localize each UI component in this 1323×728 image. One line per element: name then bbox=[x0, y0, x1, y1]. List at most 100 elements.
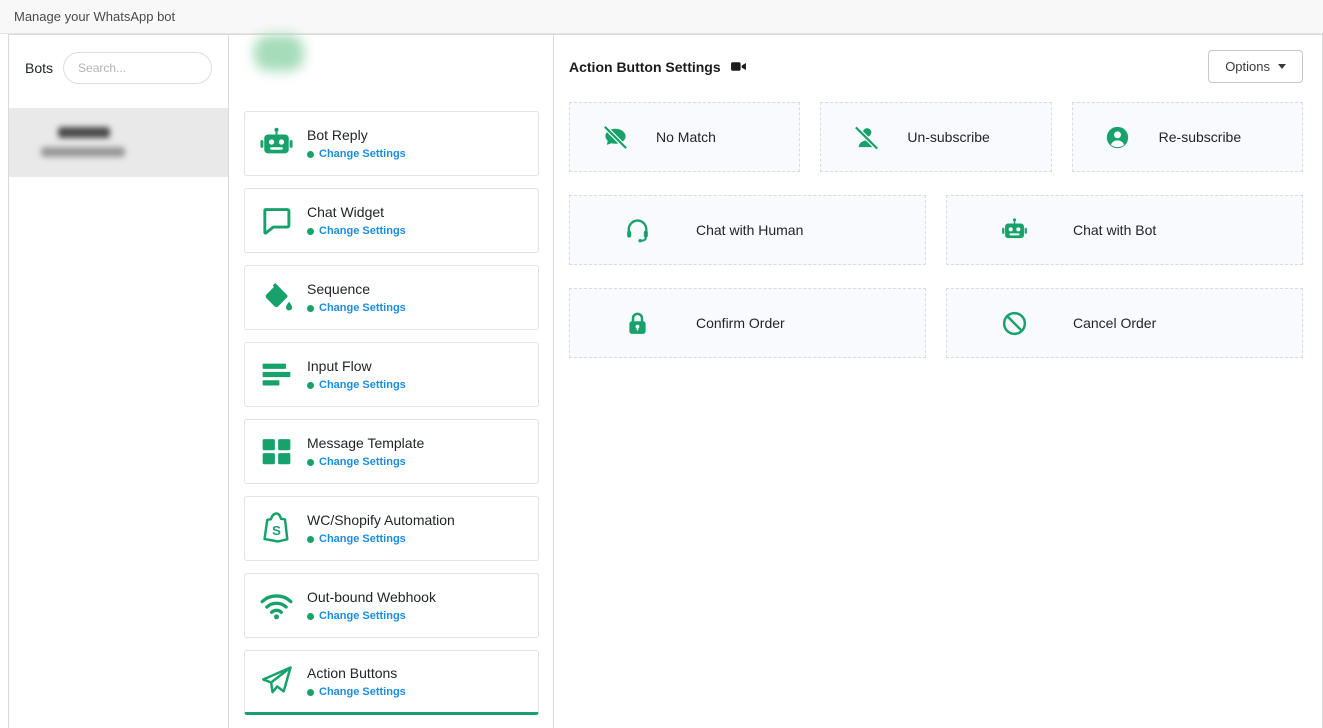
change-settings-link[interactable]: Change Settings bbox=[319, 456, 406, 468]
change-settings-row: Change Settings bbox=[307, 148, 406, 160]
menu-item[interactable]: Message Template Change Settings bbox=[244, 419, 539, 484]
panel-header: Action Button Settings Options bbox=[569, 50, 1303, 83]
action-button-card[interactable]: Chat with Human bbox=[569, 195, 926, 265]
status-dot bbox=[307, 228, 314, 235]
menu-item[interactable]: Sequence Change Settings bbox=[244, 265, 539, 330]
menu-item-text: Sequence Change Settings bbox=[307, 281, 406, 314]
action-button-card[interactable]: Confirm Order bbox=[569, 288, 926, 358]
redacted-bot-avatar bbox=[254, 35, 304, 71]
action-button-label: Chat with Human bbox=[696, 222, 803, 238]
status-dot bbox=[307, 536, 314, 543]
menu-item-text: Bot Reply Change Settings bbox=[307, 127, 406, 160]
redacted-bot-name bbox=[58, 127, 110, 138]
menu-item[interactable]: Action Buttons Change Settings bbox=[244, 650, 539, 715]
change-settings-row: Change Settings bbox=[307, 225, 406, 237]
menu-item[interactable]: Bot Reply Change Settings bbox=[244, 111, 539, 176]
change-settings-link[interactable]: Change Settings bbox=[319, 686, 406, 698]
menu-item-text: Chat Widget Change Settings bbox=[307, 204, 406, 237]
status-dot bbox=[307, 689, 314, 696]
bot-search-input[interactable] bbox=[63, 52, 212, 84]
action-button-label: Chat with Bot bbox=[1073, 222, 1156, 238]
options-button[interactable]: Options bbox=[1208, 50, 1303, 83]
menu-item-text: Out-bound Webhook Change Settings bbox=[307, 589, 436, 622]
options-button-label: Options bbox=[1225, 59, 1270, 74]
action-button-label: Re-subscribe bbox=[1159, 129, 1241, 145]
panel-title-wrap: Action Button Settings bbox=[569, 58, 747, 75]
status-dot bbox=[307, 613, 314, 620]
robot-icon bbox=[999, 215, 1029, 245]
menu-item-label: Message Template bbox=[307, 435, 424, 451]
change-settings-row: Change Settings bbox=[307, 302, 406, 314]
action-button-row: Confirm Order Cancel Order bbox=[569, 288, 1303, 358]
menu-item-text: WC/Shopify Automation Change Settings bbox=[307, 512, 455, 545]
caret-down-icon bbox=[1278, 64, 1286, 69]
user-circle-icon bbox=[1103, 122, 1133, 152]
change-settings-link[interactable]: Change Settings bbox=[319, 610, 406, 622]
bot-settings-menu: Bot Reply Change Settings Chat Widget Ch… bbox=[229, 35, 554, 728]
menu-item[interactable]: Chat Widget Change Settings bbox=[244, 188, 539, 253]
status-dot bbox=[307, 459, 314, 466]
action-rows: No Match Un-subscribe Re-subscribe Chat … bbox=[569, 102, 1303, 358]
change-settings-link[interactable]: Change Settings bbox=[319, 302, 406, 314]
action-button-label: No Match bbox=[656, 129, 716, 145]
change-settings-link[interactable]: Change Settings bbox=[319, 225, 406, 237]
menu-item-label: Out-bound Webhook bbox=[307, 589, 436, 605]
change-settings-row: Change Settings bbox=[307, 686, 406, 698]
action-button-row: No Match Un-subscribe Re-subscribe bbox=[569, 102, 1303, 172]
redacted-bot-number bbox=[41, 147, 125, 157]
change-settings-row: Change Settings bbox=[307, 456, 424, 468]
user-slash-icon bbox=[851, 122, 881, 152]
menu-item[interactable]: S WC/Shopify Automation Change Settings bbox=[244, 496, 539, 561]
bot-list-item-selected[interactable] bbox=[9, 108, 228, 177]
input-flow-icon bbox=[255, 354, 297, 396]
status-dot bbox=[307, 382, 314, 389]
change-settings-link[interactable]: Change Settings bbox=[319, 148, 406, 160]
menu-item-text: Action Buttons Change Settings bbox=[307, 665, 406, 698]
headset-icon bbox=[622, 215, 652, 245]
ban-icon bbox=[999, 308, 1029, 338]
wifi-icon bbox=[255, 585, 297, 627]
status-dot bbox=[307, 151, 314, 158]
shopify-icon: S bbox=[255, 508, 297, 550]
action-button-card[interactable]: Chat with Bot bbox=[946, 195, 1303, 265]
fill-drip-icon bbox=[255, 277, 297, 319]
video-camera-icon[interactable] bbox=[730, 58, 747, 75]
menu-item-label: Sequence bbox=[307, 281, 406, 297]
action-button-card[interactable]: Re-subscribe bbox=[1072, 102, 1303, 172]
chat-bubble-icon bbox=[255, 200, 297, 242]
grid-icon bbox=[255, 431, 297, 473]
bots-panel-title: Bots bbox=[25, 60, 53, 76]
action-button-card[interactable]: Cancel Order bbox=[946, 288, 1303, 358]
menu-list: Bot Reply Change Settings Chat Widget Ch… bbox=[244, 111, 539, 715]
menu-item-label: WC/Shopify Automation bbox=[307, 512, 455, 528]
change-settings-row: Change Settings bbox=[307, 610, 436, 622]
menu-item-text: Message Template Change Settings bbox=[307, 435, 424, 468]
change-settings-row: Change Settings bbox=[307, 379, 406, 391]
action-button-card[interactable]: Un-subscribe bbox=[820, 102, 1051, 172]
svg-text:S: S bbox=[272, 523, 281, 538]
menu-item-label: Chat Widget bbox=[307, 204, 406, 220]
page-title: Manage your WhatsApp bot bbox=[14, 9, 175, 24]
menu-item-label: Bot Reply bbox=[307, 127, 406, 143]
panel-title: Action Button Settings bbox=[569, 59, 721, 75]
menu-item[interactable]: Input Flow Change Settings bbox=[244, 342, 539, 407]
change-settings-row: Change Settings bbox=[307, 533, 455, 545]
robot-icon bbox=[255, 123, 297, 165]
bots-panel-header: Bots bbox=[9, 35, 228, 84]
menu-item-label: Input Flow bbox=[307, 358, 406, 374]
main-container: Bots Bot Reply Change Settings Chat Widg… bbox=[8, 34, 1323, 728]
menu-item[interactable]: Out-bound Webhook Change Settings bbox=[244, 573, 539, 638]
change-settings-link[interactable]: Change Settings bbox=[319, 533, 406, 545]
action-button-settings-panel: Action Button Settings Options No Match … bbox=[554, 35, 1322, 728]
bots-panel: Bots bbox=[9, 35, 229, 728]
topbar: Manage your WhatsApp bot bbox=[0, 0, 1323, 34]
action-button-label: Un-subscribe bbox=[907, 129, 989, 145]
lock-icon bbox=[622, 308, 652, 338]
status-dot bbox=[307, 305, 314, 312]
action-button-row: Chat with Human Chat with Bot bbox=[569, 195, 1303, 265]
change-settings-link[interactable]: Change Settings bbox=[319, 379, 406, 391]
action-button-card[interactable]: No Match bbox=[569, 102, 800, 172]
menu-item-label: Action Buttons bbox=[307, 665, 406, 681]
paper-plane-icon bbox=[255, 661, 297, 703]
action-button-label: Confirm Order bbox=[696, 315, 785, 331]
